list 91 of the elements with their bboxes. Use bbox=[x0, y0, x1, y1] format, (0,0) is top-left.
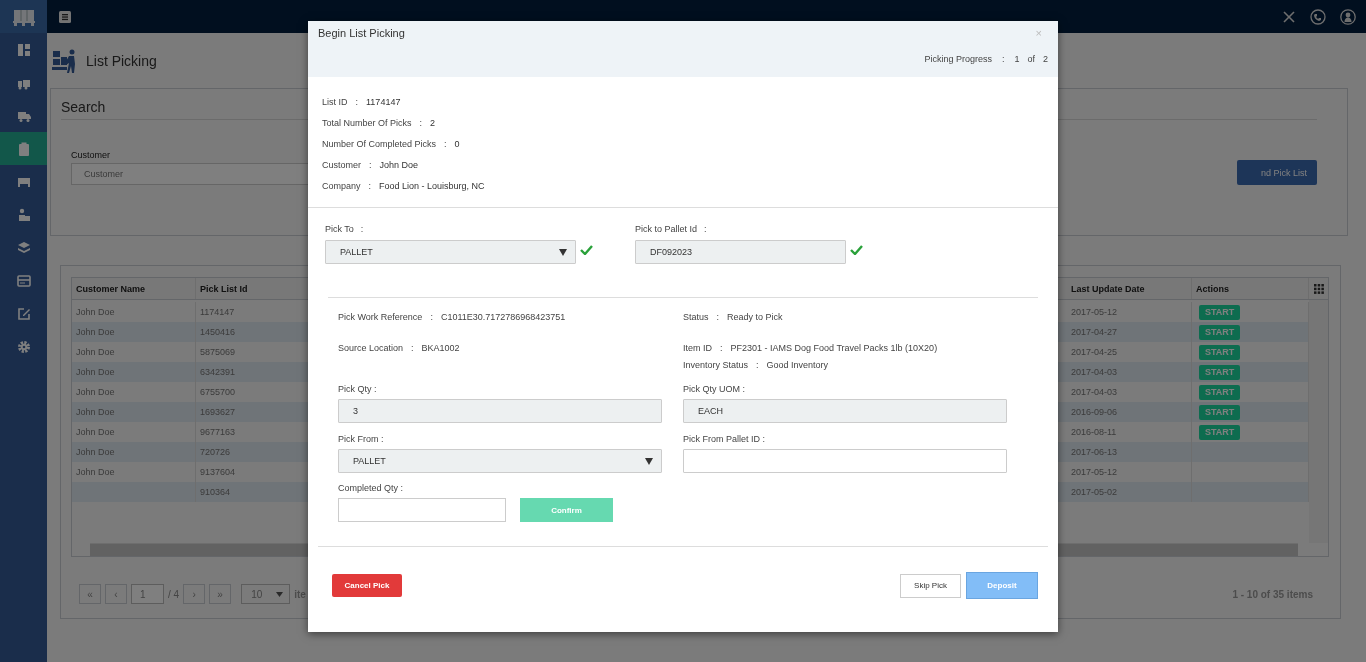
progress-value: 1 bbox=[1014, 54, 1020, 64]
field-label: Pick Qty UOM : bbox=[683, 384, 746, 394]
field-label: Pick to Pallet Id bbox=[635, 224, 698, 234]
table-cell: 2017-04-03 bbox=[1067, 362, 1192, 382]
input-field[interactable] bbox=[683, 449, 1007, 473]
layers-icon bbox=[16, 240, 31, 255]
start-button[interactable]: START bbox=[1199, 344, 1241, 360]
input-field[interactable]: EACH bbox=[683, 399, 1007, 423]
edit-icon bbox=[16, 306, 31, 321]
table-cell: 2016-09-06 bbox=[1067, 402, 1192, 422]
field-value: Food Lion - Louisburg, NC bbox=[379, 180, 485, 191]
card-icon bbox=[16, 273, 31, 288]
field-value: 1174147 bbox=[366, 96, 401, 107]
page-title: List Picking bbox=[86, 52, 157, 69]
dropdown-arrow-icon bbox=[645, 457, 653, 465]
field-label: Number Of Completed Picks bbox=[322, 138, 437, 149]
separator: : bbox=[368, 159, 373, 170]
progress-label: Picking Progress bbox=[924, 54, 992, 64]
dropdown-arrow-icon bbox=[276, 591, 284, 597]
input-field[interactable]: 3 bbox=[338, 399, 662, 423]
separator: : bbox=[755, 359, 760, 370]
field-label: Pick Qty : bbox=[338, 384, 378, 394]
worker-with-boxes-icon bbox=[52, 47, 78, 74]
field-label: Completed Qty : bbox=[338, 483, 405, 493]
start-button[interactable]: START bbox=[1199, 304, 1241, 320]
progress-text: of bbox=[1027, 54, 1035, 64]
separator: : bbox=[715, 312, 721, 322]
close-button[interactable]: × bbox=[1029, 27, 1048, 39]
phone-icon[interactable] bbox=[1310, 8, 1326, 25]
clipboard-icon bbox=[16, 141, 31, 156]
boxes-logo-icon bbox=[11, 7, 36, 26]
dropdown-field[interactable]: PALLET bbox=[338, 449, 662, 473]
field-label: Source Location bbox=[338, 343, 404, 353]
worker-icon bbox=[16, 207, 31, 222]
field-label: Pick Work Reference bbox=[338, 312, 423, 322]
skip-pick-button[interactable]: Skip Pick bbox=[900, 573, 961, 598]
menu-icon[interactable] bbox=[59, 10, 71, 23]
column-menu-icon[interactable] bbox=[1313, 283, 1324, 294]
field-label: Inventory Status bbox=[683, 359, 749, 370]
input-field[interactable] bbox=[338, 498, 506, 522]
separator: : bbox=[359, 224, 365, 234]
field-value: C1011E30.7172786968423751 bbox=[440, 312, 566, 322]
field-value: John Doe bbox=[379, 159, 419, 170]
separator: : bbox=[703, 224, 708, 234]
field-label: Pick From : bbox=[338, 434, 385, 444]
separator: : bbox=[418, 117, 424, 128]
cancel-pick-button[interactable]: Cancel Pick bbox=[332, 574, 402, 597]
field-label: Item ID bbox=[683, 343, 712, 353]
dropdown-arrow-icon bbox=[559, 248, 567, 256]
field-value: Good Inventory bbox=[766, 359, 829, 370]
field-value: 2 bbox=[430, 117, 436, 128]
field-value: PF2301 - IAMS Dog Food Travel Packs 1lb (10X20) bbox=[730, 343, 938, 353]
field-label: Pick To bbox=[325, 224, 354, 234]
table-cell: 2017-04-27 bbox=[1067, 322, 1192, 342]
dropdown-field[interactable]: PALLET bbox=[325, 240, 576, 264]
start-button[interactable]: START bbox=[1199, 424, 1241, 440]
field-label: Total Number Of Picks bbox=[322, 117, 412, 128]
separator: : bbox=[1000, 54, 1006, 64]
field-label: Status bbox=[683, 312, 709, 322]
separator: : bbox=[719, 343, 724, 353]
field-value: Ready to Pick bbox=[727, 312, 783, 322]
dashboard-icon bbox=[16, 42, 31, 57]
start-button[interactable]: START bbox=[1199, 364, 1241, 380]
last-page-button[interactable]: » bbox=[209, 584, 232, 604]
start-button[interactable]: START bbox=[1199, 324, 1241, 340]
field-value: 0 bbox=[454, 138, 460, 149]
start-button[interactable]: START bbox=[1199, 384, 1241, 400]
first-page-button[interactable]: « bbox=[79, 584, 101, 604]
field-value: BKA1002 bbox=[421, 343, 460, 353]
table-cell: 2017-05-02 bbox=[1067, 482, 1192, 502]
sidebar-item[interactable] bbox=[0, 132, 47, 165]
column-header[interactable]: Actions bbox=[1192, 278, 1309, 299]
column-header[interactable]: Customer Name bbox=[72, 278, 196, 299]
field-label: Pick From Pallet ID : bbox=[683, 434, 766, 444]
find-pick-list-button[interactable]: nd Pick List bbox=[1237, 160, 1317, 185]
fullscreen-icon[interactable] bbox=[1282, 9, 1296, 24]
separator: : bbox=[429, 312, 434, 322]
separator: : bbox=[354, 96, 360, 107]
progress-value: 2 bbox=[1043, 54, 1048, 64]
field-label: Customer bbox=[71, 150, 111, 160]
modal-title: Begin List Picking bbox=[318, 27, 405, 39]
user-icon[interactable] bbox=[1340, 8, 1356, 25]
column-header[interactable]: Last Update Date bbox=[1067, 278, 1192, 299]
start-button[interactable]: START bbox=[1199, 404, 1241, 420]
input-field[interactable]: DF092023 bbox=[635, 240, 846, 264]
field-label: List ID bbox=[322, 96, 348, 107]
separator: : bbox=[410, 343, 415, 353]
next-page-button[interactable]: › bbox=[183, 584, 206, 604]
previous-page-button[interactable]: ‹ bbox=[105, 584, 127, 604]
table-cell: 2017-06-13 bbox=[1067, 442, 1192, 462]
separator: : bbox=[443, 138, 448, 149]
